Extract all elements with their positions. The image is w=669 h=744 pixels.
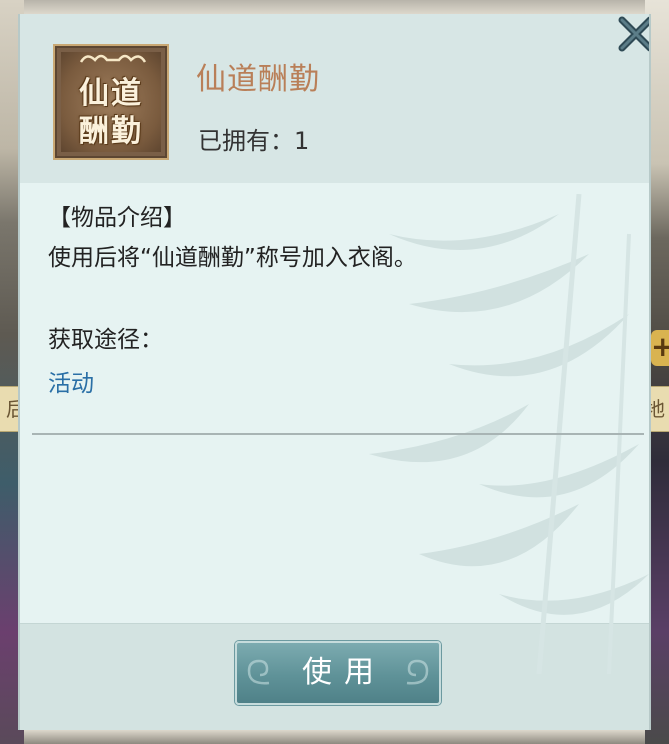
close-x-icon [618,16,649,52]
divider [32,433,644,435]
use-button-label: 使用 [302,655,386,690]
background-bottom-strip [24,730,645,744]
owned-value: 1 [294,127,310,155]
owned-count: 已拥有：1 [198,121,309,156]
close-button[interactable] [616,14,649,54]
background-top-strip [24,0,645,14]
cloud-ornament-icon [79,54,147,63]
background-plus-icon: + [651,330,669,366]
item-detail-dialog: 仙道 酬勤 仙道酬勤 已拥有：1 【物品介绍】 使用后将“仙道酬勤”称号加入衣阁… [18,14,651,730]
use-button[interactable]: 使用 [235,641,441,705]
source-link-activity[interactable]: 活动 [48,364,94,398]
item-icon-text-line2: 酬勤 [79,114,143,149]
item-icon: 仙道 酬勤 [53,44,169,160]
description-text: 使用后将“仙道酬勤”称号加入衣阁。 [48,245,417,271]
item-name: 仙道酬勤 [196,62,320,97]
source-header: 获取途径： [48,327,163,353]
owned-label: 已拥有： [198,127,294,155]
description-header: 【物品介绍】 [48,205,186,231]
